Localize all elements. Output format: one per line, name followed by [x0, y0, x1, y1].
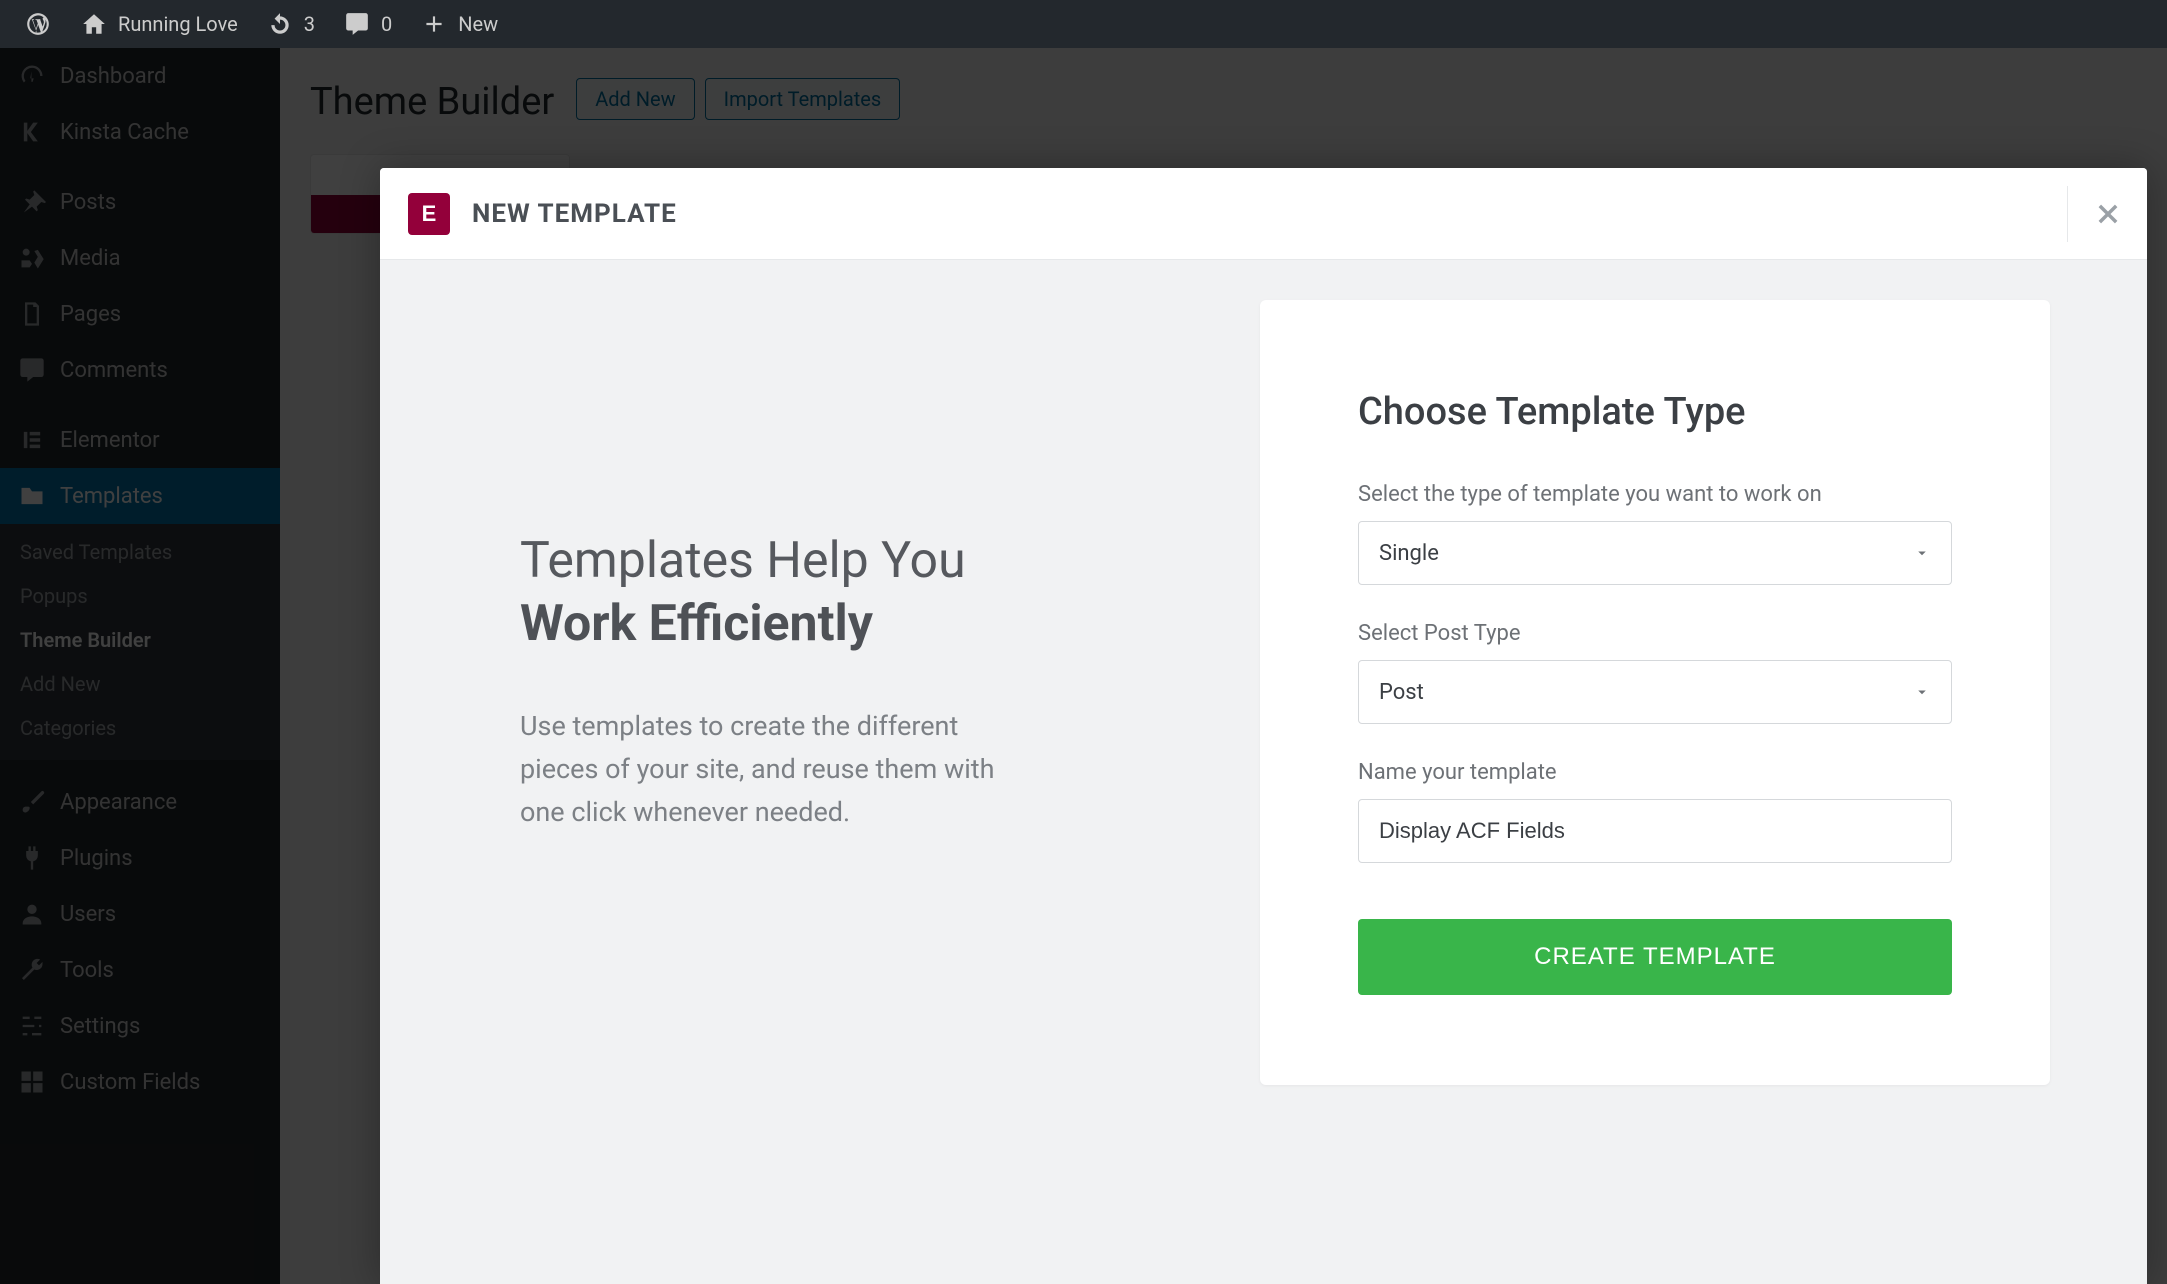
button-label: CREATE TEMPLATE: [1534, 943, 1776, 970]
modal-header: E NEW TEMPLATE: [380, 168, 2147, 260]
wp-logo-button[interactable]: [10, 0, 66, 48]
template-name-input[interactable]: [1379, 818, 1931, 844]
close-button[interactable]: [2067, 186, 2123, 242]
elementor-logo: E: [408, 193, 450, 235]
promo-line2: Work Efficiently: [520, 595, 873, 653]
comments-link[interactable]: 0: [329, 0, 406, 48]
modal-title: NEW TEMPLATE: [472, 199, 677, 229]
updates-link[interactable]: 3: [252, 0, 329, 48]
chevron-down-icon: [1913, 683, 1931, 701]
template-name-input-wrap: [1358, 799, 1952, 863]
site-name: Running Love: [118, 12, 238, 36]
template-type-select[interactable]: Single: [1358, 521, 1952, 585]
close-icon: [2094, 200, 2122, 228]
plus-icon: [420, 10, 448, 38]
new-content-link[interactable]: New: [406, 0, 512, 48]
promo-panel: Templates Help You Work Efficiently Use …: [520, 300, 1220, 1284]
template-name-label: Name your template: [1358, 760, 1952, 785]
updates-count: 3: [304, 12, 315, 36]
form-heading: Choose Template Type: [1358, 390, 1952, 434]
wordpress-icon: [24, 10, 52, 38]
select-value: Post: [1379, 680, 1424, 705]
chevron-down-icon: [1913, 544, 1931, 562]
post-type-select[interactable]: Post: [1358, 660, 1952, 724]
comments-count: 0: [381, 12, 392, 36]
promo-heading: Templates Help You Work Efficiently: [520, 530, 1220, 655]
post-type-label: Select Post Type: [1358, 621, 1952, 646]
refresh-icon: [266, 10, 294, 38]
template-type-label: Select the type of template you want to …: [1358, 482, 1952, 507]
home-icon: [80, 10, 108, 38]
promo-description: Use templates to create the different pi…: [520, 705, 1040, 835]
field-post-type: Select Post Type Post: [1358, 621, 1952, 724]
create-template-button[interactable]: CREATE TEMPLATE: [1358, 919, 1952, 995]
modal-body: Templates Help You Work Efficiently Use …: [380, 260, 2147, 1284]
site-home-link[interactable]: Running Love: [66, 0, 252, 48]
promo-line1: Templates Help You: [520, 532, 966, 590]
comment-icon: [343, 10, 371, 38]
template-form: Choose Template Type Select the type of …: [1260, 300, 2050, 1085]
admin-bar: Running Love 3 0 New: [0, 0, 2167, 48]
field-template-type: Select the type of template you want to …: [1358, 482, 1952, 585]
new-label: New: [458, 12, 498, 36]
field-template-name: Name your template: [1358, 760, 1952, 863]
select-value: Single: [1379, 541, 1439, 566]
new-template-modal: E NEW TEMPLATE Templates Help You Work E…: [380, 168, 2147, 1284]
